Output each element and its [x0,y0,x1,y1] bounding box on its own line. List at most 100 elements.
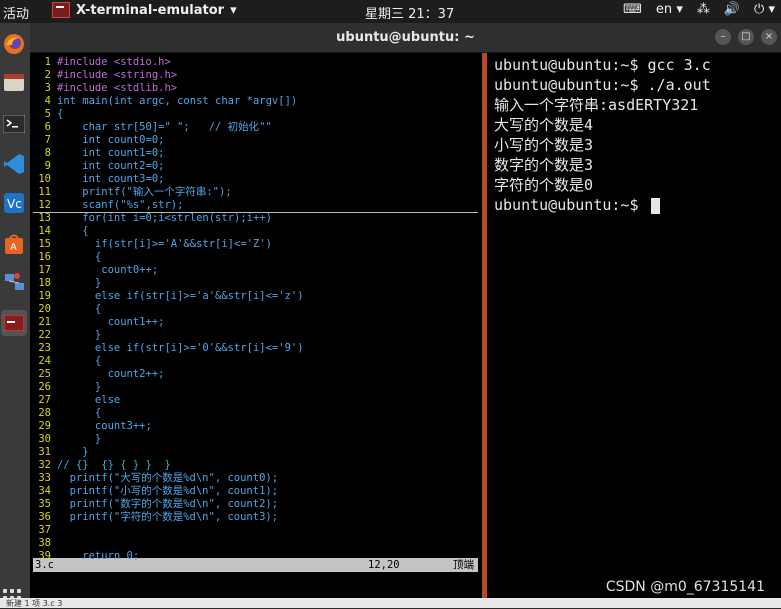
vscode-icon[interactable] [1,151,27,177]
window-controls: – □ × [715,29,777,45]
terminal-window: ubuntu@ubuntu: ~ – □ × 3.c 12,20 顶端 1 #in… [30,23,781,598]
shell-text: 小写的个数是3 [494,136,594,154]
code-line: 29 count3++; [33,420,478,433]
shell-text: ubuntu@ubuntu:~$ gcc 3.c [494,56,711,74]
code-text: printf("小写的个数是%d\n", count1); [57,485,279,497]
input-language[interactable]: en ▾ [656,2,683,17]
line-number: 6 [44,121,51,133]
line-number: 11 [38,186,51,198]
code-line: 13 for(int i=0;i<strlen(str);i++) [33,212,478,225]
line-number: 9 [44,160,51,172]
terminal-emulator-icon[interactable] [1,310,27,336]
close-button[interactable]: × [761,29,777,45]
code-text: printf("大写的个数是%d\n", count0); [57,472,279,484]
code-line: 21 count1++; [33,316,478,329]
chevron-down-icon: ▾ [230,2,237,18]
shell-line: ubuntu@ubuntu:~$ [494,195,660,215]
activities-button[interactable]: 活动 [3,3,29,22]
volume-icon[interactable]: 🔊 [724,2,740,17]
line-number: 25 [38,368,51,380]
shell-text: 输入一个字符串:asdERTY321 [494,96,699,114]
shell-text: 大写的个数是4 [494,116,594,134]
app-name: X-terminal-emulator [76,2,225,18]
code-text: int count0=0; [57,134,165,146]
vmware-icon[interactable]: Vc [1,190,27,216]
code-text: if(str[i]>='A'&&str[i]<='Z') [57,238,272,250]
keyboard-icon[interactable]: ⌨ [623,2,642,17]
line-number: 7 [44,134,51,146]
code-line: 31 } [33,446,478,459]
code-text: int count1=0; [57,147,165,159]
code-text: { [57,225,89,237]
code-line: 1 #include <stdio.h> [33,56,478,69]
code-text: } [57,433,102,445]
files-icon[interactable] [1,69,27,95]
code-line: 34 printf("小写的个数是%d\n", count1); [33,485,478,498]
line-number: 3 [44,82,51,94]
code-line: 24 { [33,355,478,368]
code-line: 33 printf("大写的个数是%d\n", count0); [33,472,478,485]
top-panel: 活动 X-terminal-emulator ▾ 星期三 21：37 ⌨ en … [0,0,781,23]
line-number: 17 [38,264,51,276]
code-line: 18 } [33,277,478,290]
shell-line: 数字的个数是3 [494,155,593,175]
code-text: char str[50]=" "; // 初始化"" [57,121,272,133]
code-line: 25 count2++; [33,368,478,381]
terminal-icon[interactable] [1,111,27,137]
code-text: count0++; [57,264,159,276]
power-menu[interactable]: ⏻ ▾ [754,2,775,17]
line-number: 31 [38,446,51,458]
line-number: 2 [44,69,51,81]
window-titlebar[interactable]: ubuntu@ubuntu: ~ – □ × [30,23,781,53]
code-line: 14 { [33,225,478,238]
shell-text: ubuntu@ubuntu:~$ ./a.out [494,76,711,94]
shell-text: 数字的个数是3 [494,156,594,174]
maximize-button[interactable]: □ [738,29,754,45]
firefox-icon[interactable] [1,31,27,57]
line-number: 13 [38,212,51,224]
code-line: 6 char str[50]=" "; // 初始化"" [33,121,478,134]
line-number: 14 [38,225,51,237]
code-line: 26 } [33,381,478,394]
code-text: printf("数字的个数是%d\n", count2); [57,498,279,510]
terminal-icon [52,2,70,18]
minimize-button[interactable]: – [715,29,731,45]
code-text: } [57,446,89,458]
chevron-down-icon: ▾ [768,2,775,17]
code-text: scanf("%s",str); [57,199,184,211]
pane-divider[interactable] [482,53,487,598]
line-number: 29 [38,420,51,432]
shell-pane[interactable]: ubuntu@ubuntu:~$ gcc 3.c ubuntu@ubuntu:~$… [492,53,781,598]
shell-line: 大写的个数是4 [494,115,593,135]
network-tool-icon[interactable] [1,269,27,295]
app-menu[interactable]: X-terminal-emulator ▾ [52,2,237,18]
line-number: 23 [38,342,51,354]
bottom-strip: 新建 1 项 3.c 3 [0,598,781,608]
vim-editor-pane[interactable]: 3.c 12,20 顶端 1 #include <stdio.h> 2 #includ… [33,53,478,598]
line-number: 37 [38,524,51,536]
code-text: { [57,108,64,120]
watermark: CSDN @m0_67315141 [605,579,765,595]
line-number: 39 [38,550,51,562]
shell-line: 字符的个数是0 [494,175,593,195]
code-line: 17 count0++; [33,264,478,277]
code-text: } [57,381,102,393]
code-text: #include <string.h> [57,69,178,81]
code-line: 38 [33,537,478,550]
software-center-icon[interactable]: A [1,231,27,257]
line-number: 28 [38,407,51,419]
line-number: 18 [38,277,51,289]
code-line: 2 #include <string.h> [33,69,478,82]
code-line: 30 } [33,433,478,446]
line-number: 34 [38,485,51,497]
code-text: else if(str[i]>='0'&&str[i]<='9') [57,342,304,354]
network-icon[interactable]: ⁂ [697,2,710,17]
line-number: 5 [44,108,51,120]
code-line: 3 #include <stdlib.h> [33,82,478,95]
code-line: 28 { [33,407,478,420]
code-text: { [57,355,102,367]
code-text: printf("输入一个字符串:"); [57,186,232,198]
line-number: 20 [38,303,51,315]
shell-text: 字符的个数是0 [494,176,594,194]
clock[interactable]: 星期三 21：37 [365,3,454,22]
